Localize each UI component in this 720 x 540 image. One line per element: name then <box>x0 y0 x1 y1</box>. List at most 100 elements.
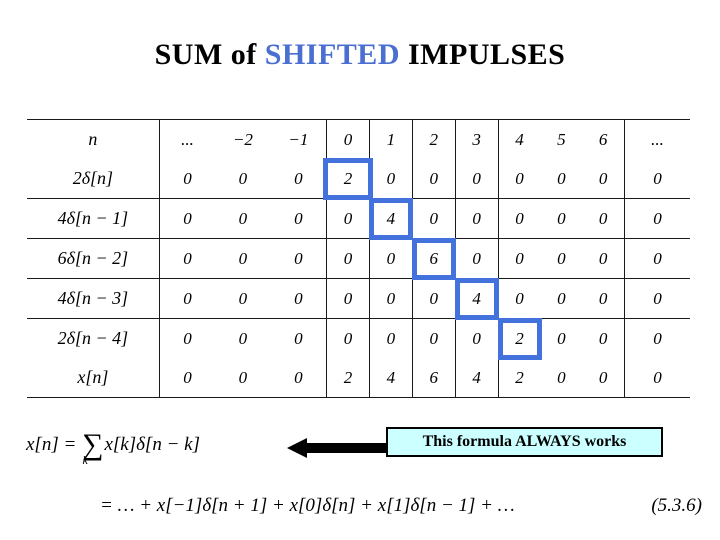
cell: 0 <box>497 198 541 239</box>
cell: 4 <box>368 358 413 398</box>
callout-arrow-icon <box>287 438 391 458</box>
cell: 6 <box>411 358 456 398</box>
callout-text: This formula ALWAYS works <box>422 433 627 450</box>
row-label-2delta-n-4: 2δ[n − 4] <box>27 318 160 358</box>
formula-rhs: x[k]δ[n − k] <box>104 434 200 455</box>
cell: 0 <box>215 238 271 279</box>
cell: 0 <box>294 367 303 387</box>
table-row: 2δ[n] 0 0 0 2 0 0 0 0 0 0 0 <box>27 157 690 200</box>
cell: 0 <box>497 278 541 319</box>
cell: 2 <box>326 358 370 398</box>
header-cell-3: 3 <box>454 119 499 159</box>
cell: 0 <box>454 238 499 279</box>
table-row: 4δ[n − 3] 0 0 0 0 0 0 4 0 0 0 0 <box>27 277 690 320</box>
cell: 0 <box>540 278 583 319</box>
cell: 0 <box>557 328 566 348</box>
cell: 0 <box>158 238 216 279</box>
table-row: 6δ[n − 2] 0 0 0 0 0 6 0 0 0 0 0 <box>27 237 690 280</box>
header-cell-1: 1 <box>368 119 413 159</box>
header-label-cell: n <box>27 119 160 159</box>
header-cell-4: 4 <box>497 119 541 159</box>
cell: 0 <box>270 159 327 199</box>
cell: 0 <box>326 318 370 358</box>
cell: 0 <box>238 328 248 348</box>
cell: 0 <box>270 278 327 319</box>
cell: 0 <box>238 367 248 387</box>
cell: 0 <box>215 159 271 199</box>
cell: 0 <box>158 318 216 358</box>
header-cell-0: 0 <box>326 119 370 159</box>
cell: 0 <box>624 358 690 398</box>
header-cell-minus2: −2 <box>232 129 253 149</box>
cell: 0 <box>294 328 303 348</box>
cell: 0 <box>368 318 413 358</box>
cell: 0 <box>411 198 456 239</box>
header-cell-dots-right: ... <box>624 119 690 159</box>
header-cell-dots-left: ... <box>158 119 216 159</box>
cell: 0 <box>582 198 625 239</box>
title-part-1: SUM of <box>154 38 265 71</box>
page-title: SUM of SHIFTED IMPULSES <box>0 38 720 72</box>
table-row: 2δ[n − 4] 0 0 0 0 0 0 0 2 0 0 0 <box>27 317 690 360</box>
cell: 0 <box>411 318 456 358</box>
table-body: n ... −2 −1 0 1 2 3 4 5 6 ... 2δ[n] 0 0 … <box>27 119 690 398</box>
cell: 0 <box>158 278 216 319</box>
cell: 0 <box>454 318 499 358</box>
cell: 0 <box>582 159 625 199</box>
cell: 0 <box>454 198 499 239</box>
cell: 0 <box>624 318 690 358</box>
cell-highlighted: 2 <box>323 157 374 200</box>
header-cell-6: 6 <box>598 129 608 149</box>
formula-lhs: x[n] = <box>26 434 82 455</box>
expanded-formula: = … + x[−1]δ[n + 1] + x[0]δ[n] + x[1]δ[n… <box>100 495 515 516</box>
cell: 0 <box>215 278 271 319</box>
cell: 0 <box>582 238 625 279</box>
cell: 0 <box>598 328 608 348</box>
equation-number: (5.3.6) <box>651 495 702 516</box>
cell: 4 <box>454 358 499 398</box>
cell: 0 <box>158 159 216 199</box>
cell: 0 <box>215 198 271 239</box>
cell: 0 <box>368 278 413 319</box>
callout-box: This formula ALWAYS works <box>386 427 663 457</box>
cell: 0 <box>497 159 541 199</box>
cell: 0 <box>497 238 541 279</box>
cell: 0 <box>326 238 370 279</box>
cell: 0 <box>326 198 370 239</box>
cell: 0 <box>624 278 690 319</box>
table-row: x[n] 0 0 0 2 4 6 4 2 0 0 0 <box>27 358 690 398</box>
cell: 0 <box>557 367 566 387</box>
row-label-6delta-n-2: 6δ[n − 2] <box>27 238 160 279</box>
cell: 0 <box>411 159 456 199</box>
cell: 0 <box>624 159 690 199</box>
title-part-2: IMPULSES <box>400 38 566 71</box>
cell-highlighted: 6 <box>411 237 456 280</box>
header-cell-minus1: −1 <box>288 129 309 149</box>
cell: 0 <box>158 358 216 398</box>
row-label-2delta-n: 2δ[n] <box>27 159 160 199</box>
cell: 0 <box>540 198 583 239</box>
cell: 0 <box>411 278 456 319</box>
summation-formula: x[n] = ∑kx[k]δ[n − k] <box>26 428 200 467</box>
cell: 2 <box>497 358 541 398</box>
cell: 0 <box>582 278 625 319</box>
cell: 0 <box>270 238 327 279</box>
cell: 0 <box>540 238 583 279</box>
cell: 0 <box>368 159 413 199</box>
cell-highlighted: 2 <box>497 317 542 360</box>
table-row: 4δ[n − 1] 0 0 0 0 4 0 0 0 0 0 0 <box>27 197 690 240</box>
title-highlight-word: SHIFTED <box>264 38 400 71</box>
cell: 0 <box>624 238 690 279</box>
cell: 0 <box>454 159 499 199</box>
row-label-4delta-n-3: 4δ[n − 3] <box>27 278 160 319</box>
cell: 0 <box>326 278 370 319</box>
cell-highlighted: 4 <box>368 197 413 240</box>
cell: 0 <box>598 367 608 387</box>
row-label-x-n: x[n] <box>27 358 160 398</box>
cell: 0 <box>368 238 413 279</box>
header-cell-5: 5 <box>557 129 566 149</box>
cell-highlighted: 4 <box>454 277 499 320</box>
cell: 0 <box>624 198 690 239</box>
table-header-row: n ... −2 −1 0 1 2 3 4 5 6 ... <box>27 119 690 159</box>
header-cell-2: 2 <box>411 119 456 159</box>
